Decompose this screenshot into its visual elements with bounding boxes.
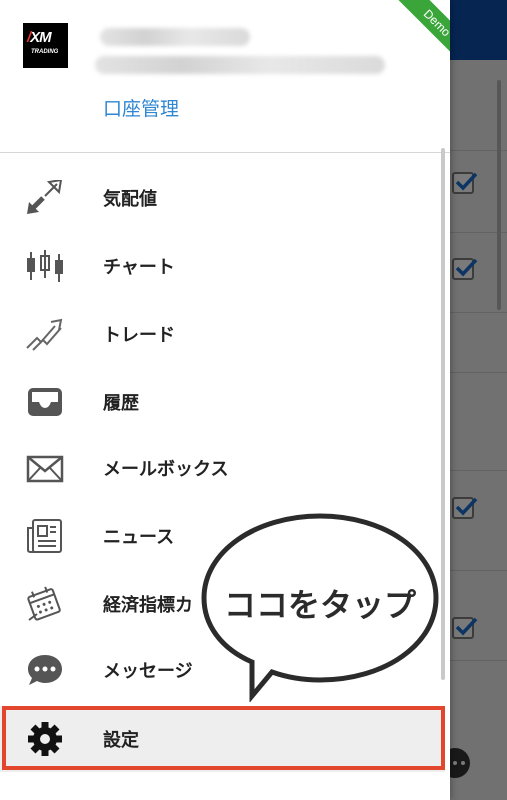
menu-item-label: 履歴 [103, 393, 139, 414]
menu-item-label: メッセージ [103, 661, 193, 682]
menu-item-label: メールボックス [103, 459, 229, 480]
account-management-link[interactable]: 口座管理 [103, 94, 179, 121]
xm-logo: /XM TRADING [23, 23, 68, 68]
menu-item-settings[interactable]: 設定 [0, 706, 445, 772]
account-name-redacted [100, 28, 250, 46]
menu-item-quotes[interactable]: 気配値 [0, 165, 445, 231]
drawer-divider [0, 152, 450, 153]
logo-subtext: TRADING [31, 49, 59, 55]
menu-item-label: ニュース [103, 527, 175, 548]
demo-badge-label: Demo [390, 0, 450, 70]
menu-item-label: 気配値 [103, 189, 157, 210]
menu-item-history[interactable]: 履歴 [0, 369, 445, 435]
message-bubble-icon [25, 652, 65, 688]
menu-item-label: 設定 [103, 730, 139, 751]
quotes-arrows-icon [25, 178, 65, 216]
candlestick-chart-icon [25, 248, 65, 284]
menu-item-label: チャート [103, 257, 175, 278]
history-tray-icon [25, 384, 65, 420]
menu-item-trade[interactable]: トレード [0, 301, 445, 367]
menu-item-label: トレード [103, 325, 175, 346]
trade-trend-icon [25, 316, 65, 352]
menu-item-label: 経済指標カ [103, 595, 193, 616]
account-details-redacted [95, 56, 385, 74]
menu-item-chart[interactable]: チャート [0, 233, 445, 299]
demo-badge: Demo [370, 0, 450, 70]
menu-item-partial[interactable] [0, 774, 445, 800]
news-icon [25, 518, 65, 554]
mail-envelope-icon [25, 450, 65, 486]
menu-item-mailbox[interactable]: メールボックス [0, 435, 445, 501]
list-icon [25, 789, 65, 800]
logo-text: XM [30, 29, 51, 46]
economic-calendar-icon [25, 586, 65, 622]
callout-text: ココをタップ [223, 586, 416, 624]
gear-icon [25, 721, 65, 757]
